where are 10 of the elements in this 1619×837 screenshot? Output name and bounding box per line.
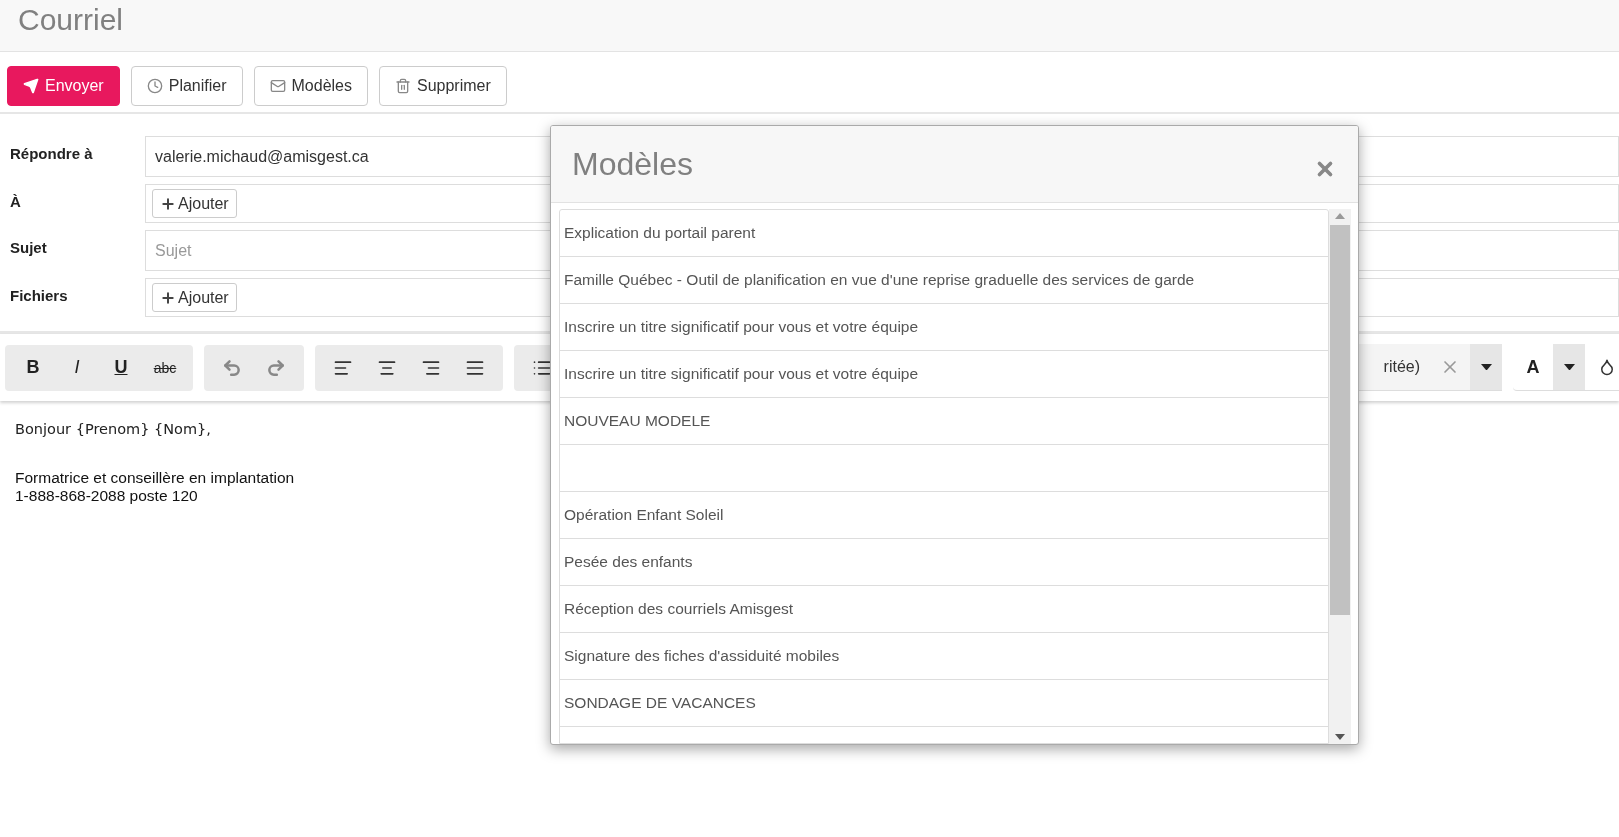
dialog-title: Modèles <box>572 145 693 183</box>
page-title: Courriel <box>18 5 124 35</box>
greeting-text: Bonjour {Prenom} {Nom}, <box>15 421 211 437</box>
field-label: Répondre à <box>9 144 94 162</box>
field-label: Fichiers <box>9 286 69 304</box>
signature-line: Formatrice et conseillère en implantation <box>15 469 296 487</box>
font-select-value: ritée) <box>1382 358 1421 376</box>
field-label: À <box>9 192 22 210</box>
field-label: Sujet <box>9 238 48 256</box>
signature-line: 1-888-868-2088 poste 120 <box>15 487 199 505</box>
